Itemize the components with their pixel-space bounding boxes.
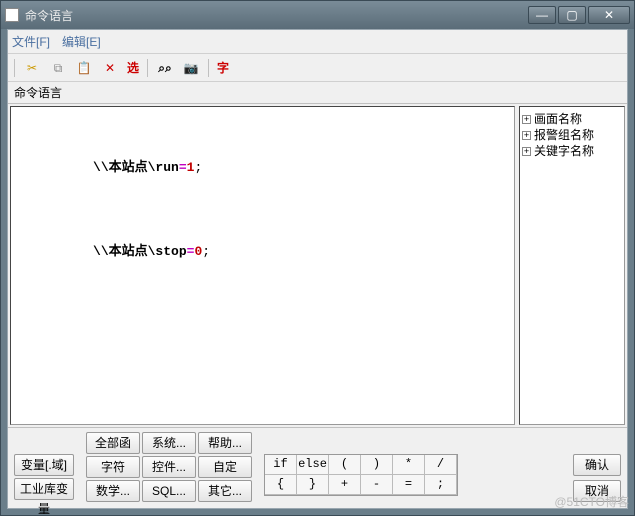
tree-panel: + 画面名称 + 报警组名称 + 关键字名称 [519,106,625,425]
client-area: 文件[F] 编辑[E] ✂ ⧉ 📋 ✕ 选 ⌕⌕ 📷 字 命令语言 \\本站点\… [7,29,628,509]
titlebar: 命令语言 — ▢ ✕ [1,1,634,29]
all-funcs-button[interactable]: 全部函数 [86,432,140,454]
cancel-button[interactable]: 取消 [573,480,621,502]
var-domain-button[interactable]: 变量[.域] [14,454,74,476]
op-plus[interactable]: + [329,475,361,495]
expand-icon[interactable]: + [522,115,531,124]
menu-edit[interactable]: 编辑[E] [62,33,101,50]
paste-icon[interactable]: 📋 [75,59,93,77]
math-funcs-button[interactable]: 数学... [86,480,140,502]
expand-icon[interactable]: + [522,131,531,140]
custom-button[interactable]: 自定义... [198,456,252,478]
op-else[interactable]: else [297,455,329,475]
menu-file[interactable]: 文件[F] [12,33,50,50]
op-rparen[interactable]: ) [361,455,393,475]
bottom-panel: 变量[.域] 工业库变量 全部函数 系统... 帮助... 字符串... 控件.… [8,427,627,508]
menubar: 文件[F] 编辑[E] [8,30,627,54]
window-controls: — ▢ ✕ [528,6,630,24]
tree-label: 画面名称 [534,111,582,127]
close-button[interactable]: ✕ [588,6,630,24]
code-editor[interactable]: \\本站点\run=1; \\本站点\stop=0; [10,106,515,425]
string-funcs-button[interactable]: 字符串... [86,456,140,478]
op-eq[interactable]: = [393,475,425,495]
op-semi[interactable]: ; [425,475,457,495]
toolbar: ✂ ⧉ 📋 ✕ 选 ⌕⌕ 📷 字 [8,54,627,82]
other-button[interactable]: 其它... [198,480,252,502]
sql-button[interactable]: SQL... [142,480,196,502]
operator-grid: if else ( ) * / { } + - = ; [264,454,458,496]
maximize-button[interactable]: ▢ [558,6,586,24]
code-line: \\本站点\stop=0; [15,225,510,279]
tree-label: 关键字名称 [534,143,594,159]
industry-var-button[interactable]: 工业库变量 [14,478,74,500]
panel-label: 命令语言 [8,82,627,104]
tree-item[interactable]: + 画面名称 [522,111,622,127]
op-mul[interactable]: * [393,455,425,475]
ok-button[interactable]: 确认 [573,454,621,476]
window-title: 命令语言 [25,7,528,24]
controls-button[interactable]: 控件... [142,456,196,478]
op-lbrace[interactable]: { [265,475,297,495]
tree-label: 报警组名称 [534,127,594,143]
help-button[interactable]: 帮助... [198,432,252,454]
font-button[interactable]: 字 [217,59,229,76]
minimize-button[interactable]: — [528,6,556,24]
op-lparen[interactable]: ( [329,455,361,475]
select-button[interactable]: 选 [127,59,139,76]
system-button[interactable]: 系统... [142,432,196,454]
delete-icon[interactable]: ✕ [101,59,119,77]
op-if[interactable]: if [265,455,297,475]
tree-item[interactable]: + 报警组名称 [522,127,622,143]
code-line: \\本站点\run=1; [15,141,510,195]
op-minus[interactable]: - [361,475,393,495]
tree-item[interactable]: + 关键字名称 [522,143,622,159]
op-rbrace[interactable]: } [297,475,329,495]
workarea: \\本站点\run=1; \\本站点\stop=0; + 画面名称 + 报警组名… [8,104,627,427]
copy-icon[interactable]: ⧉ [49,59,67,77]
camera-icon[interactable]: 📷 [182,59,200,77]
app-icon [5,8,19,22]
cut-icon[interactable]: ✂ [23,59,41,77]
app-window: 命令语言 — ▢ ✕ 文件[F] 编辑[E] ✂ ⧉ 📋 ✕ 选 ⌕⌕ 📷 字 … [0,0,635,516]
find-icon[interactable]: ⌕⌕ [156,59,174,77]
op-div[interactable]: / [425,455,457,475]
expand-icon[interactable]: + [522,147,531,156]
